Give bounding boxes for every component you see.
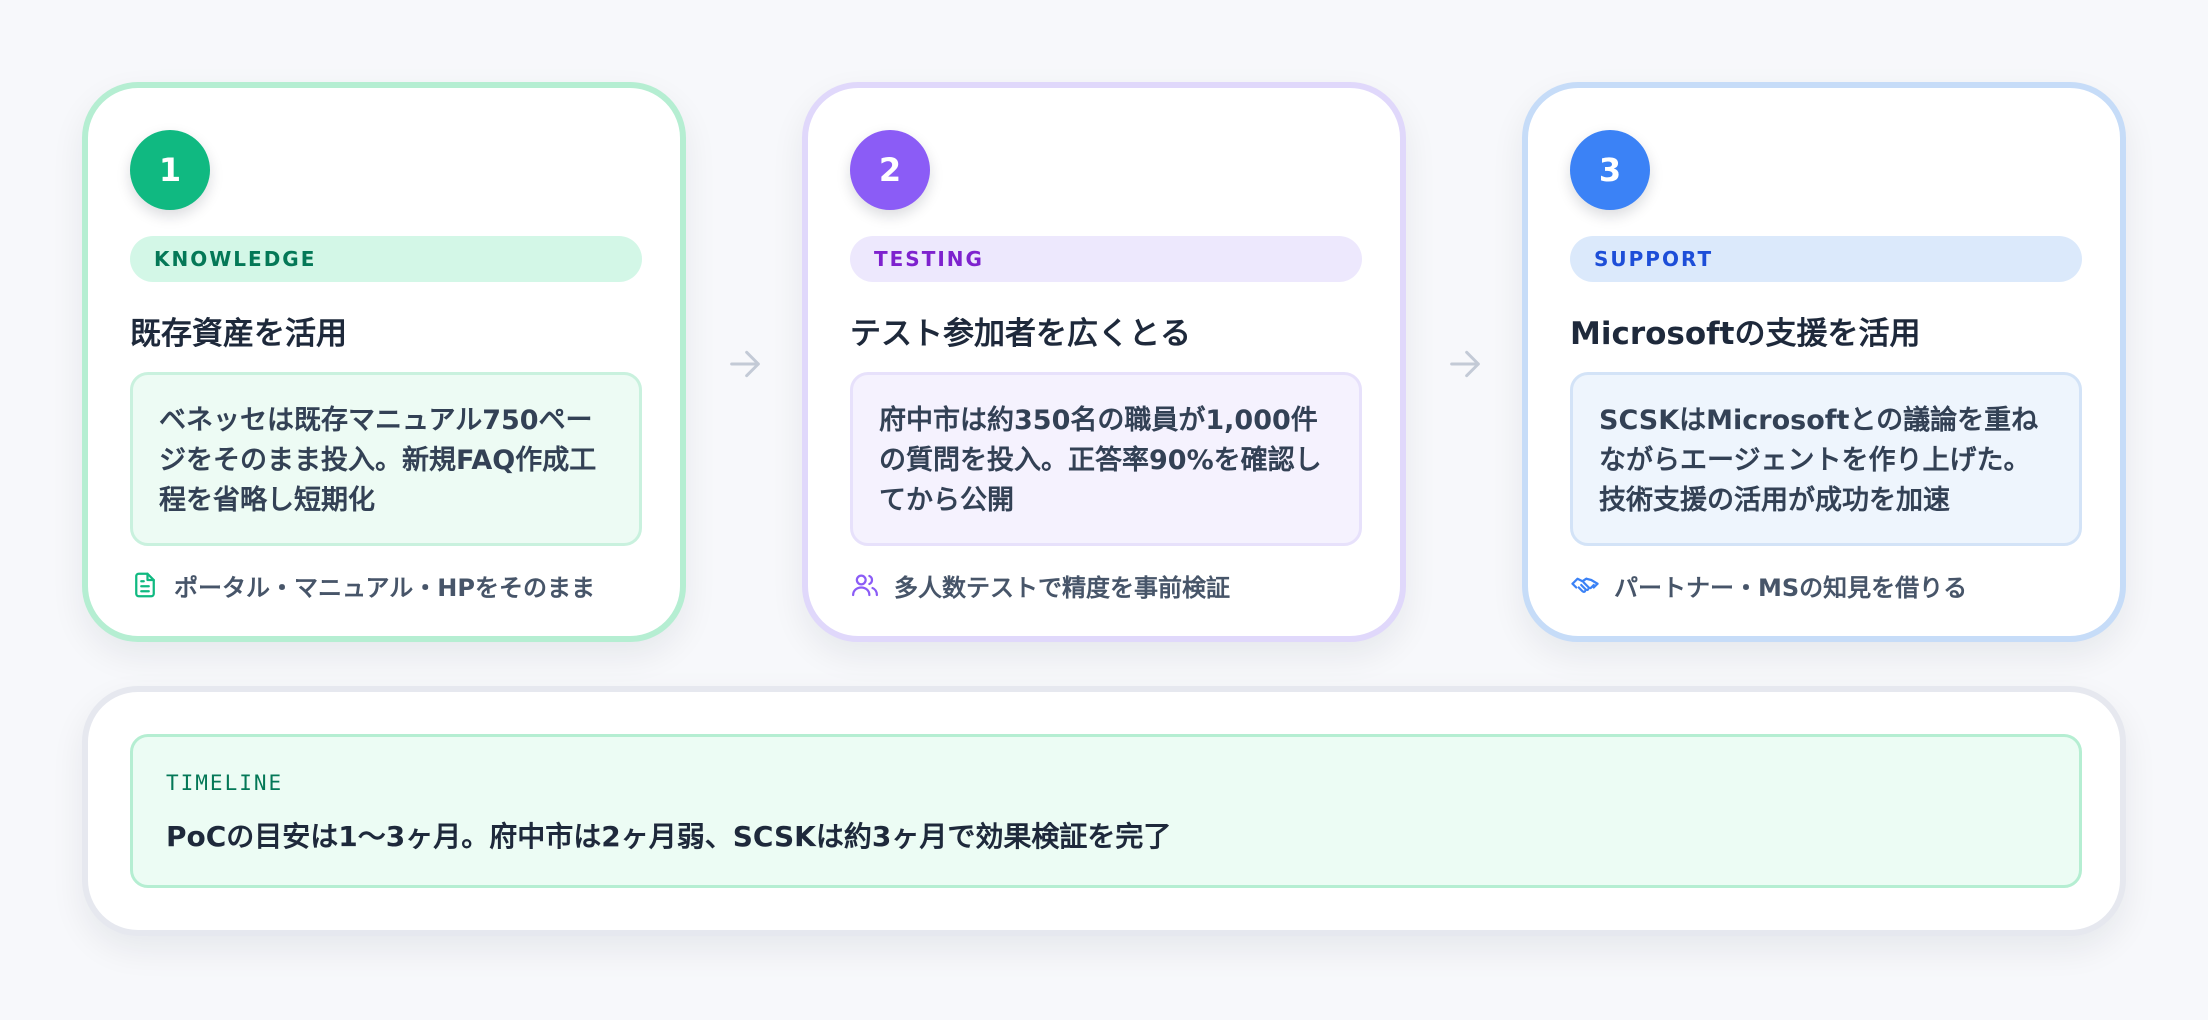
step-tag: TESTING — [850, 236, 1362, 282]
step-title: 既存資産を活用 — [130, 316, 347, 352]
step-card-support: 3 SUPPORT Microsoftの支援を活用 SCSKはMicrosoft… — [1522, 82, 2126, 642]
step-number-badge: 2 — [850, 130, 930, 210]
step-footer-text: ポータル・マニュアル・HPをそのまま — [174, 573, 595, 602]
step-number-badge: 1 — [130, 130, 210, 210]
step-title: Microsoftの支援を活用 — [1570, 316, 1921, 352]
step-footer: パートナー・MSの知見を借りる — [1570, 566, 2090, 604]
step-card-testing: 2 TESTING テスト参加者を広くとる 府中市は約350名の職員が1,000… — [802, 82, 1406, 642]
step-title: テスト参加者を広くとる — [850, 316, 1191, 352]
step-number-badge: 3 — [1570, 130, 1650, 210]
step-footer-text: 多人数テストで精度を事前検証 — [894, 573, 1230, 602]
timeline-label: TIMELINE — [166, 771, 284, 795]
step-description: 府中市は約350名の職員が1,000件の質問を投入。正答率90%を確認してから公… — [850, 372, 1362, 546]
timeline-box: TIMELINE PoCの目安は1〜3ヶ月。府中市は2ヶ月弱、SCSKは約3ヶ月… — [130, 734, 2082, 888]
users-icon — [852, 574, 878, 597]
document-icon — [135, 572, 155, 598]
step-footer: ポータル・マニュアル・HPをそのまま — [130, 566, 650, 604]
timeline-card: TIMELINE PoCの目安は1〜3ヶ月。府中市は2ヶ月弱、SCSKは約3ヶ月… — [82, 686, 2126, 936]
step-description: ベネッセは既存マニュアル750ページをそのまま投入。新規FAQ作成工程を省略し短… — [130, 372, 642, 546]
flow-diagram: 1 KNOWLEDGE 既存資産を活用 ベネッセは既存マニュアル750ページをそ… — [0, 0, 2208, 1020]
step-card-knowledge: 1 KNOWLEDGE 既存資産を活用 ベネッセは既存マニュアル750ページをそ… — [82, 82, 686, 642]
step-description: SCSKはMicrosoftとの議論を重ねながらエージェントを作り上げた。技術支… — [1570, 372, 2082, 546]
step-footer-text: パートナー・MSの知見を借りる — [1614, 573, 1968, 602]
arrow-right-icon — [730, 350, 760, 378]
step-tag: SUPPORT — [1570, 236, 2082, 282]
timeline-text: PoCの目安は1〜3ヶ月。府中市は2ヶ月弱、SCSKは約3ヶ月で効果検証を完了 — [166, 820, 1172, 853]
step-footer: 多人数テストで精度を事前検証 — [850, 566, 1370, 604]
arrow-right-icon — [1450, 350, 1480, 378]
step-tag: KNOWLEDGE — [130, 236, 642, 282]
handshake-icon — [1571, 577, 1599, 593]
